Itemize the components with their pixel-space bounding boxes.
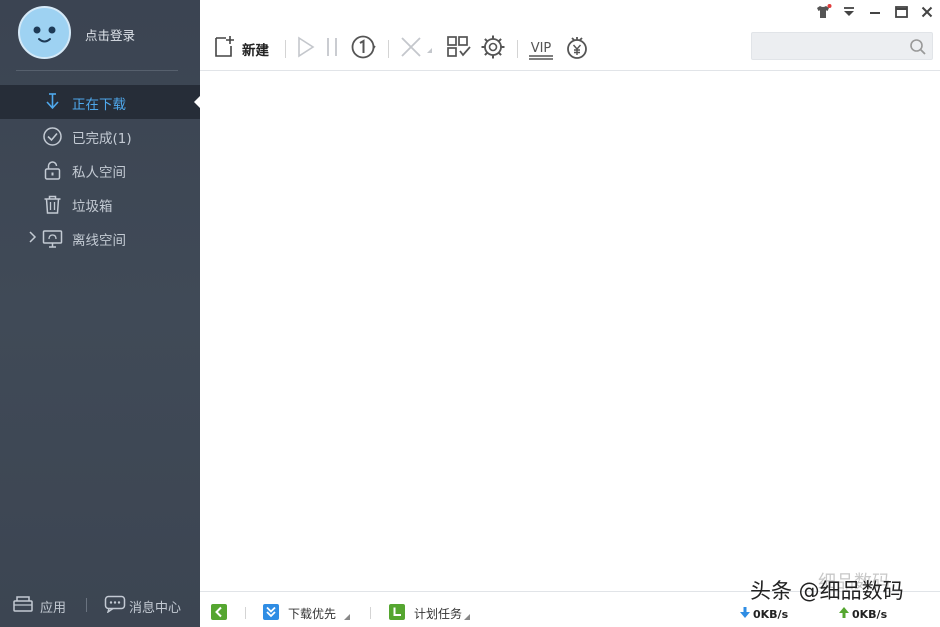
footer-divider bbox=[86, 598, 87, 612]
vip-button[interactable]: VIP bbox=[527, 35, 555, 63]
vip-badge-icon: VIP bbox=[529, 41, 553, 60]
lock-icon bbox=[42, 160, 63, 181]
sidebar-item-completed[interactable]: 已完成(1) bbox=[0, 119, 200, 153]
sidebar-item-trash[interactable]: 垃圾箱 bbox=[0, 187, 200, 221]
wallet-button[interactable] bbox=[564, 35, 590, 63]
close-icon bbox=[921, 6, 933, 22]
speed-limit-button[interactable] bbox=[350, 35, 376, 63]
scheduled-tasks-button[interactable]: 计划任务 bbox=[389, 604, 471, 623]
upload-arrow-green-icon bbox=[838, 606, 850, 622]
sidebar-item-label: 已完成(1) bbox=[72, 131, 132, 147]
sidebar-item-downloading[interactable]: 正在下载 bbox=[0, 85, 200, 119]
clock-l-icon bbox=[389, 604, 405, 623]
sidebar-item-label: 离线空间 bbox=[72, 233, 126, 249]
toolbar-divider bbox=[388, 40, 389, 58]
speed-limit-one-icon bbox=[350, 34, 376, 64]
dropdown-triangle-icon bbox=[344, 613, 351, 620]
apps-label: 应用 bbox=[40, 600, 67, 616]
pause-button[interactable] bbox=[324, 35, 340, 63]
search-box[interactable] bbox=[751, 32, 933, 60]
gear-icon bbox=[480, 34, 506, 64]
dropdown-triangle-icon bbox=[464, 613, 471, 620]
tshirt-icon bbox=[814, 4, 832, 24]
download-speed: 0KB/s bbox=[739, 606, 788, 622]
search-icon[interactable] bbox=[909, 38, 927, 60]
vip-label: VIP bbox=[531, 41, 552, 56]
sidebar-item-label: 正在下载 bbox=[72, 97, 126, 113]
watermark: 头条 @细品数码 bbox=[750, 575, 904, 605]
upload-speed: 0KB/s bbox=[838, 606, 887, 622]
search-input[interactable] bbox=[752, 33, 902, 59]
delete-x-icon bbox=[398, 34, 434, 64]
toolbar: 新建 VIP bbox=[200, 28, 940, 70]
close-button[interactable] bbox=[918, 5, 936, 23]
new-task-button[interactable]: 新建 bbox=[212, 35, 269, 63]
scheduled-tasks-label: 计划任务 bbox=[414, 607, 463, 621]
collapse-sidebar-button[interactable] bbox=[211, 604, 227, 623]
sidebar-nav: 正在下载 已完成(1) 私人空间 垃圾箱 离线空间 bbox=[0, 85, 200, 255]
start-button[interactable] bbox=[295, 35, 317, 63]
menu-dropdown-button[interactable] bbox=[840, 5, 858, 23]
message-center-button[interactable]: 消息中心 bbox=[104, 595, 181, 617]
qr-code-button[interactable] bbox=[446, 35, 472, 63]
download-arrow-icon bbox=[42, 92, 63, 113]
sidebar: 点击登录 正在下载 已完成(1) 私人空间 垃圾箱 离线空间 应用 消息中心 bbox=[0, 0, 200, 627]
sidebar-footer: 应用 消息中心 bbox=[0, 590, 200, 620]
toolbar-divider bbox=[285, 40, 286, 58]
sidebar-divider bbox=[16, 70, 178, 71]
skin-button[interactable] bbox=[814, 4, 832, 24]
new-task-label: 新建 bbox=[242, 43, 269, 59]
task-list-area[interactable] bbox=[200, 71, 940, 591]
play-icon bbox=[295, 36, 317, 62]
login-link[interactable]: 点击登录 bbox=[85, 25, 135, 44]
double-chevron-down-icon bbox=[263, 604, 279, 623]
cloud-screen-icon bbox=[42, 228, 63, 249]
chevron-right-icon[interactable] bbox=[27, 229, 39, 245]
sidebar-item-private-space[interactable]: 私人空间 bbox=[0, 153, 200, 187]
window-controls bbox=[814, 4, 936, 24]
sidebar-item-label: 垃圾箱 bbox=[72, 199, 113, 215]
delete-button[interactable] bbox=[398, 35, 434, 63]
apps-button[interactable]: 应用 bbox=[12, 595, 66, 617]
download-speed-value: 0KB/s bbox=[753, 607, 789, 621]
download-priority-button[interactable]: 下载优先 bbox=[263, 604, 351, 623]
trash-icon bbox=[42, 194, 63, 215]
maximize-button[interactable] bbox=[892, 5, 910, 23]
status-divider bbox=[370, 607, 371, 619]
sidebar-item-label: 私人空间 bbox=[72, 165, 126, 181]
arrow-left-icon bbox=[211, 604, 227, 623]
upload-speed-value: 0KB/s bbox=[852, 607, 888, 621]
yen-bag-icon bbox=[564, 34, 590, 64]
minimize-icon bbox=[869, 6, 881, 22]
download-priority-label: 下载优先 bbox=[288, 607, 337, 621]
toolbar-divider bbox=[517, 40, 518, 58]
maximize-icon bbox=[894, 6, 908, 22]
download-arrow-blue-icon bbox=[739, 606, 751, 622]
menu-dropdown-icon bbox=[842, 5, 856, 23]
check-circle-icon bbox=[42, 126, 63, 147]
user-avatar[interactable] bbox=[18, 6, 71, 59]
message-center-label: 消息中心 bbox=[129, 600, 182, 616]
status-divider bbox=[245, 607, 246, 619]
pause-icon bbox=[324, 36, 340, 62]
apps-box-icon bbox=[12, 595, 34, 617]
sidebar-item-offline-space[interactable]: 离线空间 bbox=[0, 221, 200, 255]
settings-button[interactable] bbox=[480, 35, 506, 63]
qr-code-icon bbox=[446, 35, 472, 63]
new-file-plus-icon bbox=[212, 35, 236, 63]
watermark-text: 头条 @细品数码 bbox=[750, 579, 904, 603]
minimize-button[interactable] bbox=[866, 5, 884, 23]
chat-bubble-icon bbox=[104, 595, 126, 617]
